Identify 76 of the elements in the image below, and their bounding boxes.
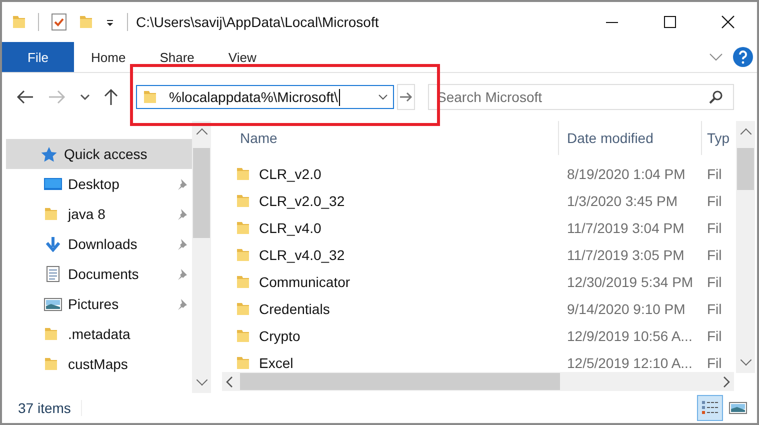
- table-cell-text: Fil: [706, 220, 723, 236]
- column-header[interactable]: Date modified: [559, 121, 702, 155]
- table-cell-text: 9/14/2020 9:10 PM: [566, 300, 686, 316]
- help-icon[interactable]: [733, 47, 753, 67]
- folder-icon: [236, 246, 250, 262]
- ribbon-tab[interactable]: Home: [74, 42, 143, 72]
- column-header[interactable]: Name: [222, 121, 559, 155]
- column-header[interactable]: Typ: [702, 121, 734, 155]
- pin-icon[interactable]: [176, 238, 188, 250]
- sidebar-item[interactable]: Desktop: [2, 169, 192, 199]
- sidebar-item[interactable]: Downloads: [2, 229, 192, 259]
- scrollbar[interactable]: [192, 121, 211, 393]
- pin-icon[interactable]: [176, 178, 188, 190]
- star-icon: [40, 146, 58, 162]
- up-arrow-icon[interactable]: [104, 88, 118, 106]
- folder-icon: [236, 300, 250, 316]
- address-field[interactable]: %localappdata%\Microsoft\: [136, 85, 394, 109]
- table-cell-text: Fil: [706, 300, 723, 316]
- table-cell-text: Fil: [706, 354, 723, 370]
- file-name[interactable]: Crypto: [259, 328, 300, 344]
- chevron-down-icon[interactable]: [80, 94, 90, 100]
- file-name[interactable]: Communicator: [259, 274, 350, 290]
- picture-icon: [44, 296, 62, 312]
- search-icon[interactable]: [709, 90, 723, 104]
- file-name[interactable]: CLR_v4.0_32: [259, 246, 345, 262]
- sidebar-item[interactable]: Quick access: [6, 139, 192, 169]
- ribbon-tab[interactable]: Share: [142, 42, 212, 72]
- sidebar-item[interactable]: custMaps: [2, 349, 192, 379]
- folder-icon: [236, 192, 250, 208]
- item-count: 37 items: [18, 400, 82, 416]
- ribbon-tab[interactable]: View: [211, 42, 274, 72]
- table-cell-text: Fil: [706, 192, 723, 208]
- scrollbar[interactable]: [222, 372, 734, 391]
- file-name[interactable]: CLR_v2.0_32: [259, 192, 345, 208]
- chevron-down-icon[interactable]: [378, 94, 388, 100]
- table-cell-text: 11/7/2019 3:04 PM: [566, 220, 686, 236]
- folder-icon: [236, 166, 250, 182]
- document-icon: [44, 266, 62, 282]
- download-arrow-icon: [44, 236, 62, 252]
- sidebar-item[interactable]: Pictures: [2, 289, 192, 319]
- folder-icon: [236, 274, 250, 290]
- scroll-right-icon[interactable]: [722, 376, 730, 388]
- table-cell-text: 12/30/2019 5:34 PM: [566, 274, 694, 290]
- sidebar-item[interactable]: .metadata: [2, 319, 192, 349]
- folder-icon: [236, 220, 250, 236]
- pin-icon[interactable]: [176, 298, 188, 310]
- pin-icon[interactable]: [176, 268, 188, 280]
- folder-icon: [236, 328, 250, 344]
- chevron-down-icon[interactable]: [709, 53, 723, 61]
- window-title: C:\Users\savij\AppData\Local\Microsoft: [136, 14, 379, 30]
- sidebar-item[interactable]: Documents: [2, 259, 192, 289]
- table-cell-text: 12/5/2019 12:10 A...: [566, 354, 694, 370]
- sidebar-item[interactable]: java 8: [2, 199, 192, 229]
- file-name[interactable]: Credentials: [259, 300, 330, 316]
- table-cell-text: Fil: [706, 246, 723, 262]
- scrollbar[interactable]: [736, 121, 755, 373]
- folder-icon: [236, 354, 250, 370]
- table-cell-text: 11/7/2019 3:05 PM: [566, 246, 686, 262]
- file-name[interactable]: Excel: [259, 354, 294, 370]
- details-view-icon[interactable]: [697, 395, 723, 421]
- table-cell-text: Fil: [706, 274, 723, 290]
- back-arrow-icon[interactable]: [16, 90, 34, 104]
- table-cell-text: 1/3/2020 3:45 PM: [566, 192, 679, 208]
- table-cell-text: Fil: [706, 328, 723, 344]
- table-cell-text: Fil: [706, 166, 723, 182]
- checklist-icon[interactable]: [51, 13, 67, 31]
- file-name[interactable]: CLR_v2.0: [259, 166, 322, 182]
- dropdown-icon[interactable]: [105, 17, 115, 27]
- file-name[interactable]: CLR_v4.0: [259, 220, 322, 236]
- table-cell-text: 12/9/2019 10:56 A...: [566, 328, 694, 344]
- desktop-icon: [44, 176, 62, 192]
- folder-icon: [143, 89, 157, 105]
- pin-icon[interactable]: [176, 208, 188, 220]
- scroll-left-icon[interactable]: [226, 376, 234, 388]
- table-cell-text: 8/19/2020 1:04 PM: [566, 166, 686, 182]
- file-tab[interactable]: File: [2, 42, 74, 72]
